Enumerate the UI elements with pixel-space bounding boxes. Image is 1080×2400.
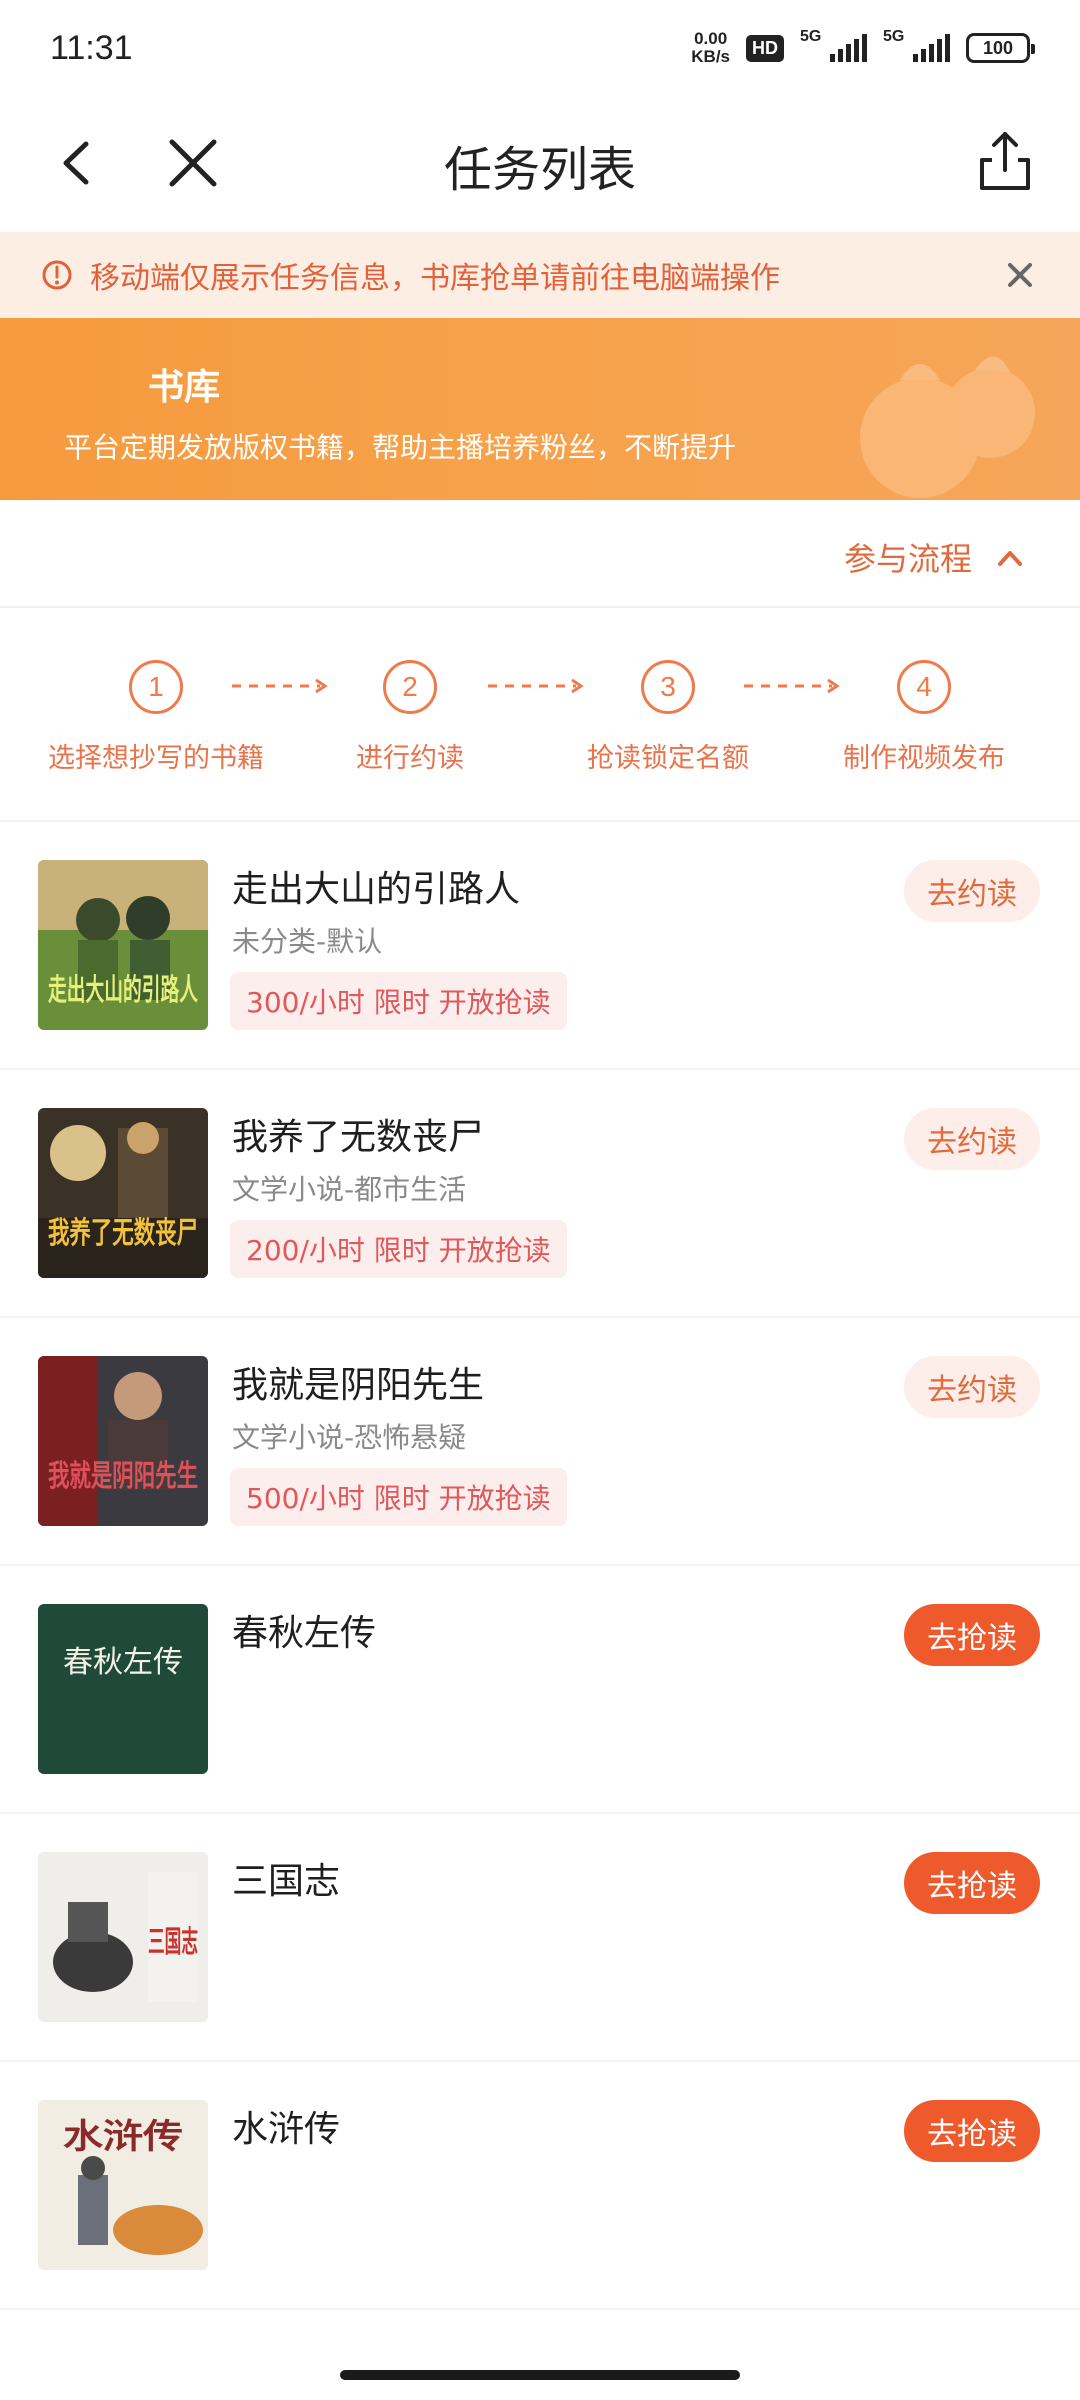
dashed-arrow-icon	[488, 678, 584, 694]
process-toggle[interactable]: 参与流程	[0, 500, 1080, 608]
book-reward-tag: 200/小时 限时 开放抢读	[230, 1220, 567, 1278]
book-title[interactable]: 春秋左传	[232, 1604, 376, 1656]
book-cover-image: 水浒传	[38, 2100, 208, 2270]
dashed-arrow-icon	[744, 678, 840, 694]
step-label: 进行约读	[356, 743, 464, 774]
grab-read-button[interactable]: 去抢读	[904, 1604, 1040, 1666]
svg-text:我就是阴阳先生: 我就是阴阳先生	[48, 1459, 198, 1494]
navigation-bar: 任务列表	[0, 96, 1080, 230]
page-title: 任务列表	[443, 142, 636, 198]
step-label: 抢读锁定名额	[587, 743, 749, 774]
appointment-read-button[interactable]: 去约读	[904, 1108, 1040, 1170]
svg-text:春秋左传: 春秋左传	[63, 1645, 183, 1680]
info-icon	[42, 260, 72, 290]
book-title[interactable]: 我就是阴阳先生	[232, 1356, 484, 1408]
chevron-up-icon[interactable]	[992, 540, 1028, 576]
status-bar: 11:31 0.00 KB/s HD 5G 5G 100	[0, 0, 1080, 96]
grab-read-button[interactable]: 去抢读	[904, 2100, 1040, 2162]
book-row[interactable]: 走出大山的引路人 走出大山的引路人 未分类-默认 300/小时 限时 开放抢读 …	[0, 822, 1080, 1070]
dashed-arrow-icon	[232, 678, 328, 694]
banner-title: 书库	[148, 367, 221, 408]
step-label: 制作视频发布	[843, 743, 1005, 774]
book-category: 未分类-默认	[232, 925, 383, 958]
home-indicator[interactable]	[340, 2370, 740, 2380]
svg-text:三国志: 三国志	[148, 1925, 198, 1960]
signal-icon-2: 5G	[883, 28, 950, 62]
book-row[interactable]: 我养了无数丧尸 我养了无数丧尸 文学小说-都市生活 200/小时 限时 开放抢读…	[0, 1070, 1080, 1318]
book-title[interactable]: 走出大山的引路人	[232, 860, 520, 912]
book-cover-image: 我就是阴阳先生	[38, 1356, 208, 1526]
svg-text:水浒传: 水浒传	[63, 2117, 183, 2157]
book-cover-image: 我养了无数丧尸	[38, 1108, 208, 1278]
share-icon[interactable]	[970, 126, 1040, 196]
svg-text:我养了无数丧尸: 我养了无数丧尸	[48, 1216, 198, 1251]
process-steps: 1 2 3 4 选择想抄写的书籍 进行约读 抢读锁定名额 制作视频发布	[0, 610, 1080, 822]
book-title[interactable]: 我养了无数丧尸	[232, 1108, 484, 1160]
book-reward-tag: 300/小时 限时 开放抢读	[230, 972, 567, 1030]
grab-read-button[interactable]: 去抢读	[904, 1852, 1040, 1914]
network-speed: 0.00 KB/s	[691, 29, 730, 66]
book-cover-image: 走出大山的引路人	[38, 860, 208, 1030]
appointment-read-button[interactable]: 去约读	[904, 860, 1040, 922]
book-row[interactable]: 三国志 三国志 去抢读	[0, 1814, 1080, 2062]
status-icons: 0.00 KB/s HD 5G 5G 100	[691, 28, 1035, 66]
process-toggle-label[interactable]: 参与流程	[844, 534, 972, 580]
notice-close-icon[interactable]	[1000, 255, 1040, 295]
book-category: 文学小说-都市生活	[232, 1173, 467, 1206]
svg-text:走出大山的引路人: 走出大山的引路人	[48, 973, 198, 1008]
appointment-read-button[interactable]: 去约读	[904, 1356, 1040, 1418]
battery-icon: 100	[966, 33, 1035, 63]
signal-icon-1: 5G	[800, 28, 867, 62]
book-reward-tag: 500/小时 限时 开放抢读	[230, 1468, 567, 1526]
hd-voice-icon: HD	[746, 34, 784, 62]
book-row[interactable]: 水浒传 水浒传 去抢读	[0, 2062, 1080, 2310]
notice-text: 移动端仅展示任务信息，书库抢单请前往电脑端操作	[90, 261, 780, 296]
banner-subtitle: 平台定期发放版权书籍，帮助主播培养粉丝，不断提升	[64, 431, 737, 464]
notice-bar: 移动端仅展示任务信息，书库抢单请前往电脑端操作	[0, 232, 1080, 318]
book-category: 文学小说-恐怖悬疑	[232, 1421, 467, 1454]
book-list: 走出大山的引路人 走出大山的引路人 未分类-默认 300/小时 限时 开放抢读 …	[0, 822, 1080, 2310]
book-row[interactable]: 春秋左传 春秋左传 去抢读	[0, 1566, 1080, 1814]
step-label: 选择想抄写的书籍	[48, 743, 264, 774]
status-time: 11:31	[50, 28, 133, 67]
step-number: 2	[383, 660, 437, 714]
step-number: 1	[129, 660, 183, 714]
step-number: 4	[897, 660, 951, 714]
book-cover-image: 春秋左传	[38, 1604, 208, 1774]
decorative-fruit-icon	[860, 356, 1035, 498]
library-banner: 书库 平台定期发放版权书籍，帮助主播培养粉丝，不断提升	[0, 318, 1080, 500]
step-number: 3	[641, 660, 695, 714]
book-title[interactable]: 水浒传	[232, 2100, 340, 2152]
book-cover-image: 三国志	[38, 1852, 208, 2022]
book-title[interactable]: 三国志	[232, 1852, 340, 1904]
book-row[interactable]: 我就是阴阳先生 我就是阴阳先生 文学小说-恐怖悬疑 500/小时 限时 开放抢读…	[0, 1318, 1080, 1566]
